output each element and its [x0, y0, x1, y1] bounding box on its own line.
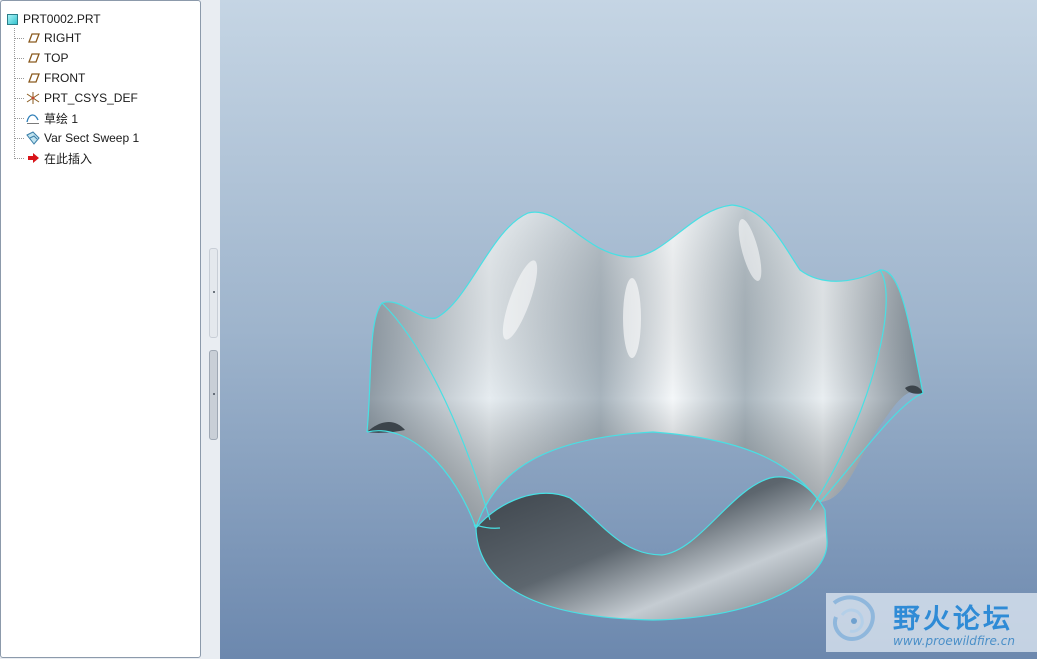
tree-item-label: PRT_CSYS_DEF: [44, 91, 138, 105]
model-tree-root[interactable]: PRT0002.PRT: [7, 11, 101, 27]
tree-item-label: 草绘 1: [44, 111, 79, 126]
datum-plane-icon: [25, 50, 41, 66]
splitter-handle-upper[interactable]: [209, 248, 218, 338]
tree-item-csys[interactable]: PRT_CSYS_DEF: [14, 90, 138, 106]
insert-here-arrow-icon: [25, 150, 41, 166]
tree-item-label: RIGHT: [44, 31, 82, 45]
model-tree-root-label: PRT0002.PRT: [23, 12, 101, 26]
tree-item-label: FRONT: [44, 71, 86, 85]
datum-plane-icon: [25, 70, 41, 86]
watermark-url: www.proewildfire.cn: [893, 634, 1015, 648]
tree-item-label: Var Sect Sweep 1: [44, 131, 140, 145]
sweep-feature-icon: [25, 130, 41, 146]
forum-watermark: 野火论坛 www.proewildfire.cn: [826, 593, 1037, 652]
sweep-surface-model: [366, 204, 924, 621]
model-tree-panel: PRT0002.PRT RIGHT TOP FRONT PRT_CSYS_DEF…: [0, 0, 201, 658]
watermark-title: 野火论坛: [893, 604, 1013, 635]
tree-item-front[interactable]: FRONT: [14, 70, 85, 86]
tree-item-insert-here[interactable]: 在此插入: [14, 150, 92, 166]
tree-item-sketch[interactable]: 草绘 1: [14, 110, 78, 126]
graphics-viewport[interactable]: 野火论坛 www.proewildfire.cn: [220, 0, 1037, 659]
panel-splitter[interactable]: [201, 0, 220, 659]
tree-item-top[interactable]: TOP: [14, 50, 68, 66]
tree-item-right[interactable]: RIGHT: [14, 30, 81, 46]
tree-item-label: 在此插入: [44, 151, 93, 166]
tree-item-var-sect-sweep[interactable]: Var Sect Sweep 1: [14, 130, 139, 146]
part-icon: [7, 13, 18, 25]
datum-plane-icon: [25, 30, 41, 46]
tree-item-label: TOP: [44, 51, 69, 65]
splitter-handle-lower[interactable]: [209, 350, 218, 440]
forum-logo-icon: [832, 595, 875, 642]
coordinate-system-icon: [25, 90, 41, 106]
sketch-icon: [25, 110, 41, 126]
